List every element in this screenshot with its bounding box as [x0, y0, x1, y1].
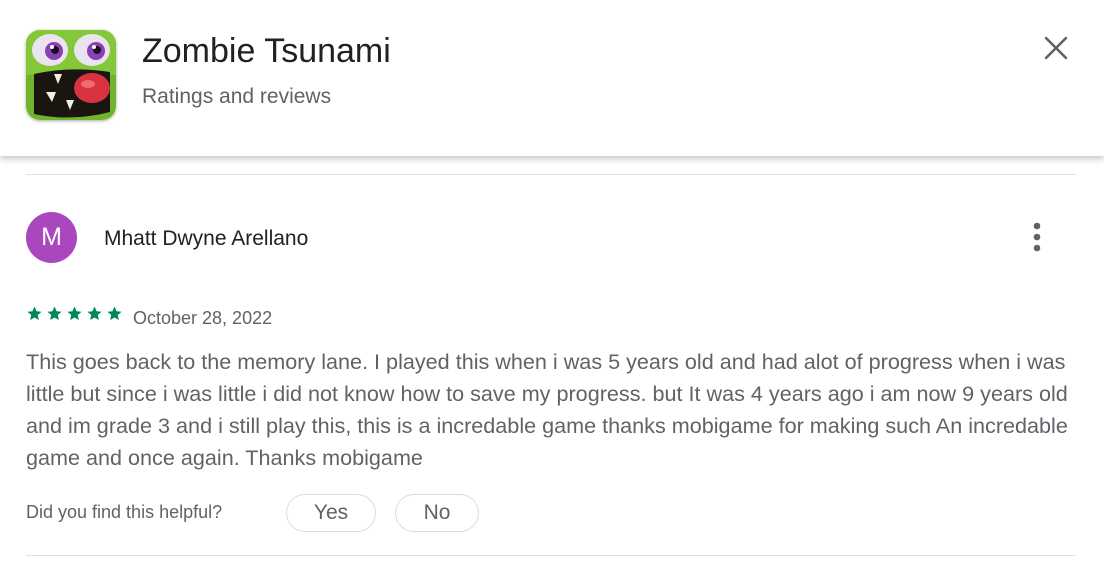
star-icon	[27, 306, 42, 321]
zombie-face-icon	[26, 30, 116, 120]
close-button[interactable]	[1036, 28, 1076, 68]
star-icon	[107, 306, 122, 321]
divider	[26, 174, 1076, 175]
app-title: Zombie Tsunami	[142, 32, 391, 70]
divider	[26, 555, 1076, 556]
star-icon	[47, 306, 62, 321]
helpful-question: Did you find this helpful?	[26, 502, 223, 522]
more-vert-icon	[1033, 222, 1041, 252]
star-rating	[26, 305, 123, 327]
star-icon	[87, 306, 102, 321]
reviews-list: M Mhatt Dwyne Arellano October 28, 2022 …	[0, 156, 1104, 588]
reviewer-name: Mhatt Dwyne Arellano	[104, 227, 309, 250]
helpful-no-button[interactable]: No	[395, 494, 479, 532]
helpful-yes-button[interactable]: Yes	[286, 494, 376, 532]
more-options-button[interactable]	[1022, 218, 1052, 256]
review-date: October 28, 2022	[133, 308, 273, 328]
app-icon	[26, 30, 116, 120]
dialog-header: Zombie Tsunami Ratings and reviews	[0, 0, 1104, 156]
page-subtitle: Ratings and reviews	[142, 85, 332, 108]
review-text: This goes back to the memory lane. I pla…	[26, 349, 1068, 470]
avatar: M	[26, 212, 77, 263]
close-icon	[1044, 36, 1068, 60]
star-icon	[67, 306, 82, 321]
